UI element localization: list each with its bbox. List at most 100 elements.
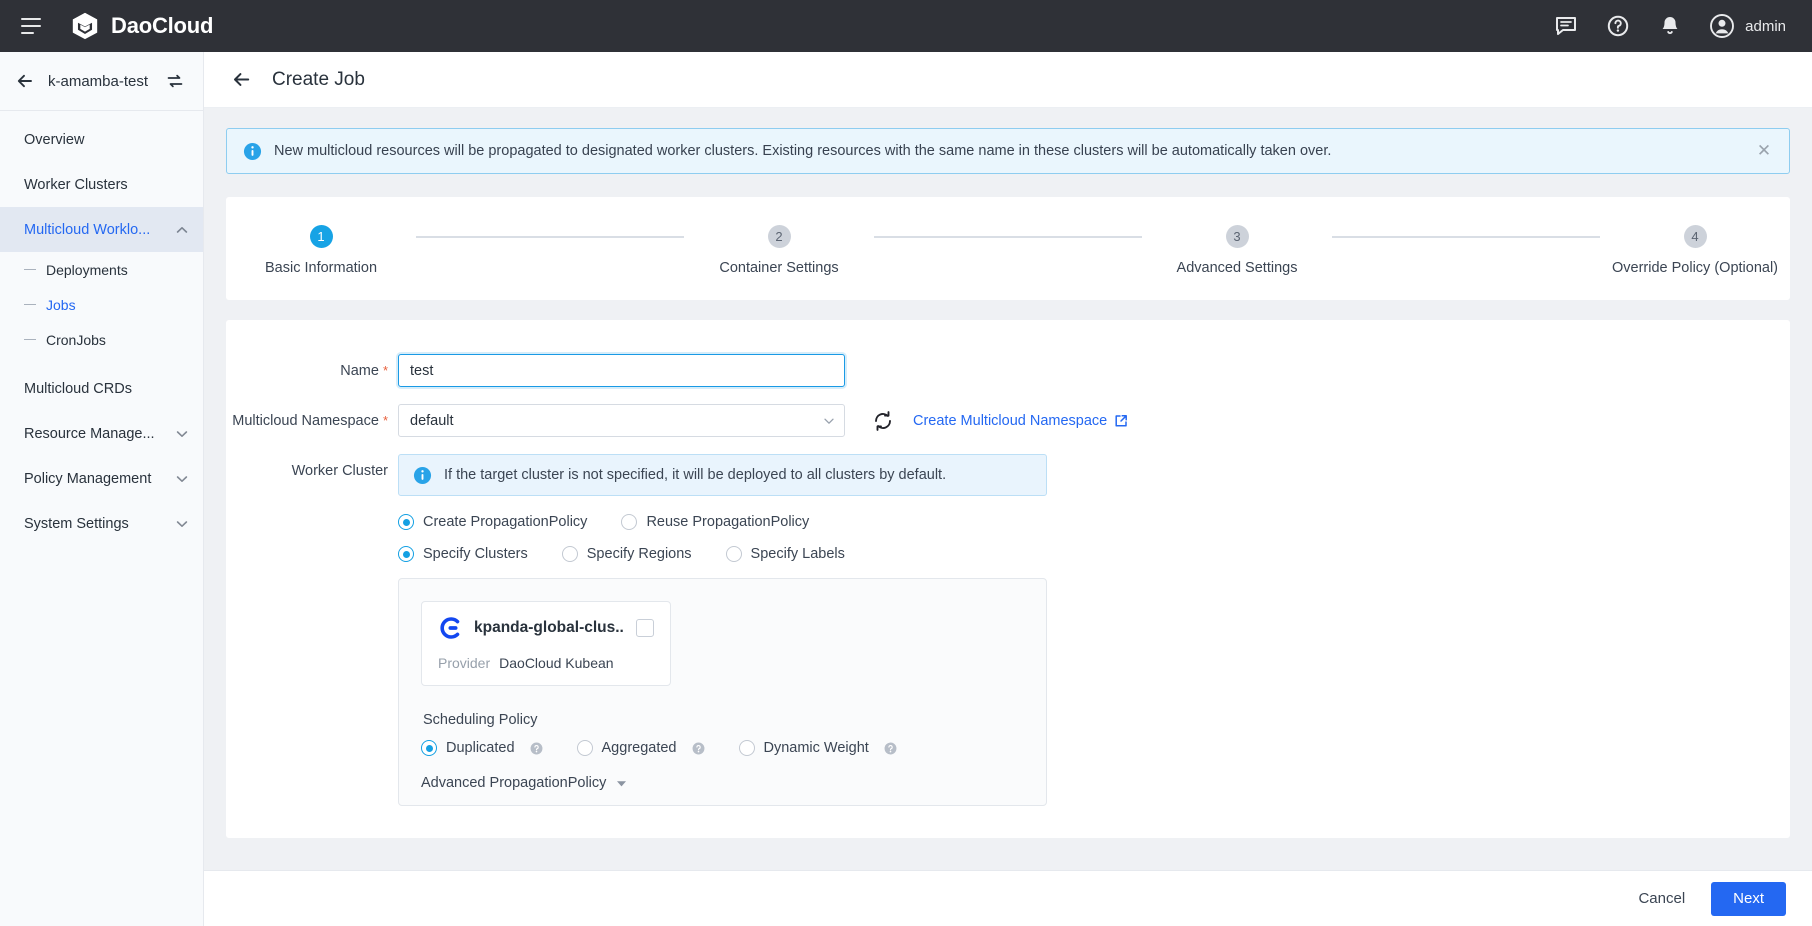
sidebar-item-system-settings[interactable]: System Settings <box>0 501 203 546</box>
worker-cluster-label: Worker Cluster <box>292 463 388 479</box>
help-icon[interactable] <box>1605 13 1631 39</box>
name-label: Name <box>340 363 379 379</box>
sidebar-item-label: Jobs <box>46 297 76 313</box>
sidebar-item-deployments[interactable]: Deployments <box>0 252 203 287</box>
target-selection-radio-group: Specify Clusters Specify Regions Specify… <box>398 546 1790 562</box>
form-footer: Cancel Next <box>204 870 1812 926</box>
radio-dot <box>621 514 637 530</box>
cluster-checkbox[interactable] <box>636 619 654 637</box>
worker-cluster-tip: If the target cluster is not specified, … <box>398 454 1047 496</box>
chevron-up-icon <box>175 223 189 237</box>
form-scroll-area: New multicloud resources will be propaga… <box>204 108 1812 870</box>
radio-create-propagationpolicy[interactable]: Create PropagationPolicy <box>398 514 587 530</box>
step-container-settings[interactable]: 2 Container Settings <box>684 225 874 276</box>
field-label: Multicloud Namespace* <box>226 404 398 429</box>
sidebar: k-amamba-test Overview Worker Clusters M… <box>0 52 204 926</box>
scheduling-policy-radio-group: Duplicated <box>421 740 1024 756</box>
step-label: Basic Information <box>265 260 377 276</box>
info-icon <box>413 466 432 485</box>
namespace-select[interactable]: default <box>398 404 845 437</box>
sidebar-item-label: Deployments <box>46 262 128 278</box>
sidebar-item-label: Multicloud Worklo... <box>24 222 175 238</box>
scheduling-policy-title: Scheduling Policy <box>423 712 1024 728</box>
sidebar-item-resource-management[interactable]: Resource Manage... <box>0 411 203 456</box>
page-header: Create Job <box>204 52 1812 108</box>
name-input[interactable] <box>398 354 845 387</box>
radio-specify-labels[interactable]: Specify Labels <box>726 546 845 562</box>
radio-label: Specify Clusters <box>423 546 528 562</box>
bell-icon[interactable] <box>1657 13 1683 39</box>
advanced-propagationpolicy-toggle[interactable]: Advanced PropagationPolicy <box>421 775 1024 797</box>
advanced-propagationpolicy-label: Advanced PropagationPolicy <box>421 775 606 791</box>
next-button[interactable]: Next <box>1711 882 1786 916</box>
sidebar-item-label: Resource Manage... <box>24 426 175 442</box>
info-banner: New multicloud resources will be propaga… <box>226 128 1790 174</box>
info-banner-text: New multicloud resources will be propaga… <box>274 141 1741 161</box>
chevron-down-icon <box>175 472 189 486</box>
radio-duplicated[interactable]: Duplicated <box>421 740 543 756</box>
switch-project-icon[interactable] <box>165 71 185 91</box>
sidebar-item-policy-management[interactable]: Policy Management <box>0 456 203 501</box>
step-number: 1 <box>310 225 333 248</box>
field-control: default <box>398 404 1790 437</box>
create-multicloud-namespace-link[interactable]: Create Multicloud Namespace <box>913 413 1128 429</box>
sidebar-item-label: Worker Clusters <box>24 177 189 193</box>
propagation-policy-radio-group: Create PropagationPolicy Reuse Propagati… <box>398 514 1790 530</box>
help-icon[interactable] <box>530 742 543 755</box>
sidebar-item-worker-clusters[interactable]: Worker Clusters <box>0 162 203 207</box>
sidebar-project-name[interactable]: k-amamba-test <box>48 73 153 90</box>
dash-icon <box>24 304 36 306</box>
field-worker-cluster: Worker Cluster If the target cluster is … <box>226 454 1790 806</box>
radio-specify-clusters[interactable]: Specify Clusters <box>398 546 528 562</box>
sidebar-item-multicloud-workloads[interactable]: Multicloud Worklo... <box>0 207 203 252</box>
arrow-left-icon[interactable] <box>14 70 36 92</box>
radio-label: Reuse PropagationPolicy <box>646 514 809 530</box>
sidebar-item-label: Policy Management <box>24 471 175 487</box>
radio-aggregated[interactable]: Aggregated <box>577 740 705 756</box>
daocloud-logo-icon <box>70 11 100 41</box>
radio-reuse-propagationpolicy[interactable]: Reuse PropagationPolicy <box>621 514 809 530</box>
brand: DaoCloud <box>70 11 213 41</box>
radio-dot <box>398 546 414 562</box>
hamburger-icon[interactable] <box>14 9 48 43</box>
sidebar-item-multicloud-crds[interactable]: Multicloud CRDs <box>0 366 203 411</box>
worker-cluster-tip-text: If the target cluster is not specified, … <box>444 467 946 483</box>
close-icon[interactable]: ✕ <box>1753 140 1775 162</box>
brand-name: DaoCloud <box>111 13 213 39</box>
radio-dot <box>421 740 437 756</box>
arrow-left-icon[interactable] <box>230 69 252 91</box>
cancel-button[interactable]: Cancel <box>1638 890 1685 907</box>
radio-specify-regions[interactable]: Specify Regions <box>562 546 692 562</box>
cluster-provider-row: Provider DaoCloud Kubean <box>438 655 654 671</box>
chat-icon[interactable] <box>1553 13 1579 39</box>
cluster-card[interactable]: kpanda-global-clus... Provider DaoCloud … <box>421 601 671 686</box>
body: k-amamba-test Overview Worker Clusters M… <box>0 52 1812 926</box>
field-label: Name* <box>226 354 398 379</box>
spacer <box>0 357 203 366</box>
help-icon[interactable] <box>692 742 705 755</box>
refresh-icon[interactable] <box>869 407 897 435</box>
external-link-icon <box>1114 414 1128 428</box>
step-label: Override Policy (Optional) <box>1612 260 1778 276</box>
radio-dot <box>726 546 742 562</box>
step-connector <box>416 236 684 238</box>
namespace-label: Multicloud Namespace <box>232 413 379 429</box>
sidebar-item-label: System Settings <box>24 516 175 532</box>
radio-label: Aggregated <box>602 740 677 756</box>
sidebar-item-jobs[interactable]: Jobs <box>0 287 203 322</box>
radio-label: Dynamic Weight <box>764 740 869 756</box>
help-icon[interactable] <box>884 742 897 755</box>
step-advanced-settings[interactable]: 3 Advanced Settings <box>1142 225 1332 276</box>
step-label: Advanced Settings <box>1177 260 1298 276</box>
radio-dynamic-weight[interactable]: Dynamic Weight <box>739 740 897 756</box>
radio-dot <box>577 740 593 756</box>
sidebar-item-cronjobs[interactable]: CronJobs <box>0 322 203 357</box>
step-number: 3 <box>1226 225 1249 248</box>
sidebar-item-overview[interactable]: Overview <box>0 117 203 162</box>
cluster-card-header: kpanda-global-clus... <box>438 616 654 640</box>
user-menu[interactable]: admin <box>1709 13 1786 39</box>
step-basic-information[interactable]: 1 Basic Information <box>226 225 416 276</box>
sidebar-item-label: CronJobs <box>46 332 106 348</box>
step-override-policy[interactable]: 4 Override Policy (Optional) <box>1600 225 1790 276</box>
radio-label: Specify Regions <box>587 546 692 562</box>
